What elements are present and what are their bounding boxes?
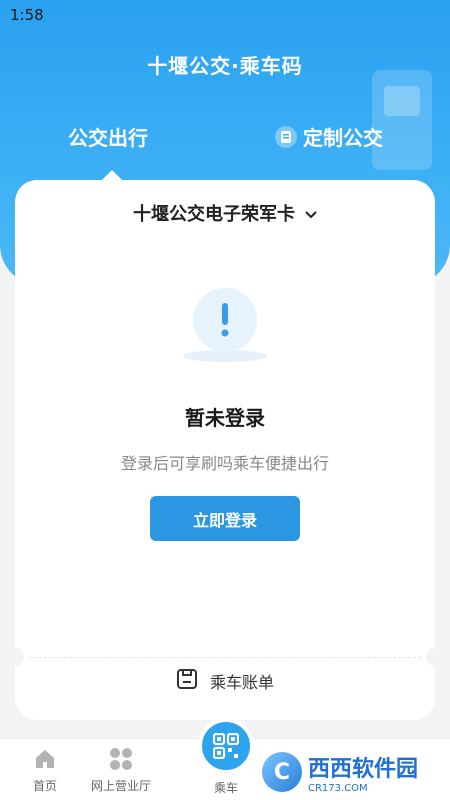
home-icon: [36, 750, 54, 768]
watermark-url: CR173.COM: [308, 782, 368, 794]
card-selector[interactable]: 十堰公交电子荣军卡: [15, 200, 435, 226]
chevron-down-icon: [305, 203, 317, 224]
pos-terminal-illustration: [372, 70, 432, 170]
ride-qr-button[interactable]: [198, 718, 254, 774]
card-notch-left: [6, 648, 24, 666]
tab-custom-bus[interactable]: 定制公交: [275, 122, 383, 151]
tab-home-label: 首页: [32, 779, 57, 793]
boarding-card: 十堰公交电子荣军卡 暂未登录 登录后可享刷吗乘车便捷出行 立即登录 乘车账单: [6, 180, 444, 720]
tab-online-service-label: 网上营业厅: [90, 779, 151, 793]
watermark-brand: 西西软件园: [308, 756, 419, 782]
bill-icon: [176, 668, 198, 694]
tab-bus-travel[interactable]: 公交出行: [68, 122, 148, 151]
ticket-icon: [275, 125, 297, 148]
login-status-title: 暂未登录: [185, 406, 265, 430]
qr-code-icon: [213, 733, 239, 759]
tab-online-service[interactable]: 网上营业厅: [76, 747, 166, 794]
card-name: 十堰公交电子荣军卡: [133, 204, 295, 225]
login-hint-text: 登录后可享刷吗乘车便捷出行: [120, 454, 329, 473]
page-title: 十堰公交·乘车码: [147, 54, 303, 78]
exclamation-icon: [193, 288, 257, 352]
card-divider: [29, 657, 421, 658]
watermark: C 西西软件园 CR173.COM: [262, 748, 450, 796]
login-button[interactable]: 立即登录: [150, 496, 300, 541]
tab-custom-label: 定制公交: [303, 126, 383, 150]
watermark-logo-icon: C: [262, 752, 302, 792]
bill-label: 乘车账单: [209, 673, 274, 692]
card-notch-right: [426, 648, 444, 666]
status-time: 1:58: [10, 6, 44, 24]
tab-ride-label: 乘车: [213, 781, 238, 795]
active-tab-indicator: [102, 170, 122, 180]
grid-icon: [110, 748, 132, 770]
ride-bill-link[interactable]: 乘车账单: [15, 668, 435, 694]
